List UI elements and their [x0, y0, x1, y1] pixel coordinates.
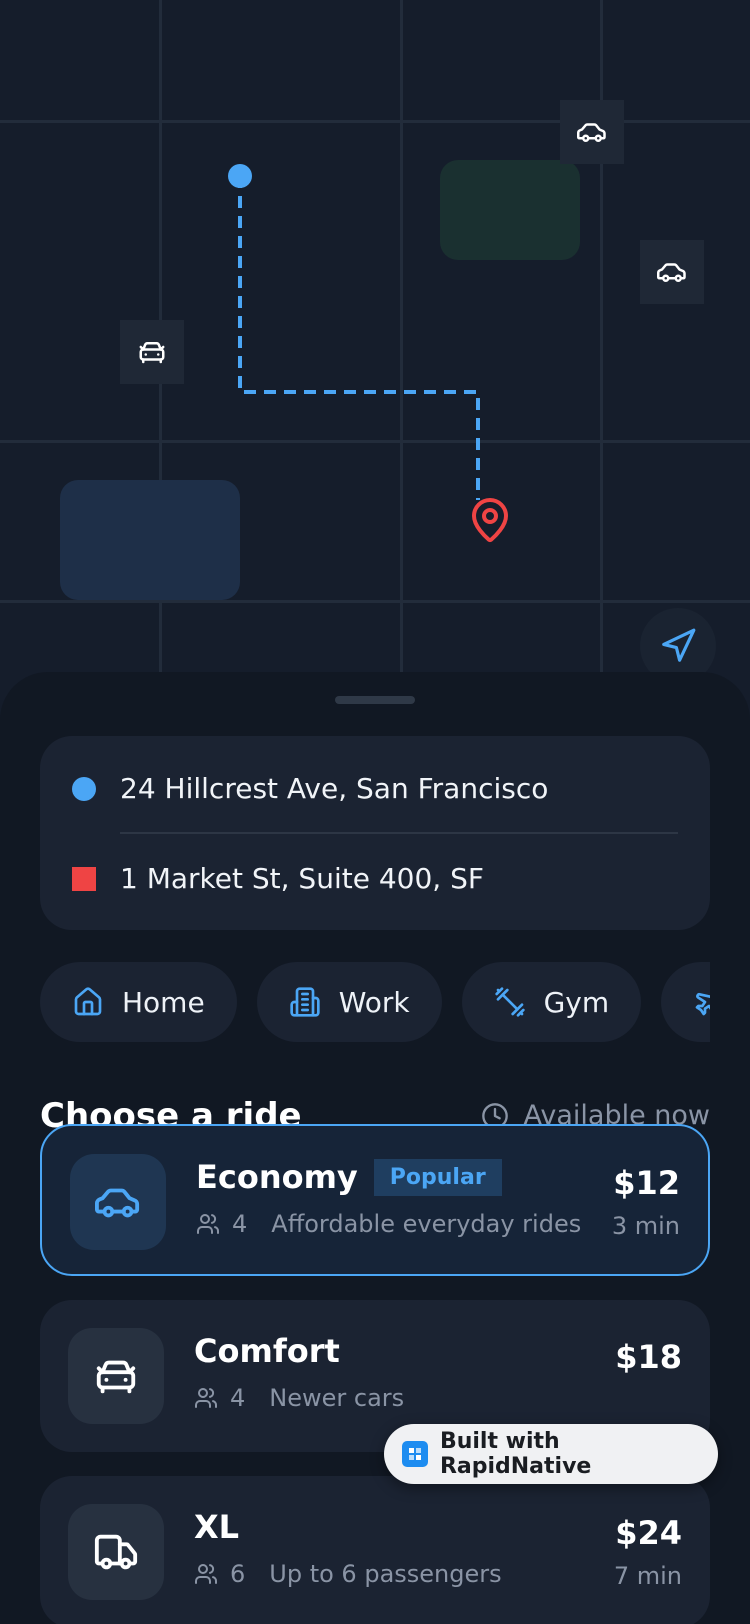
pickup-marker	[228, 164, 252, 188]
building-icon	[290, 987, 320, 1017]
sheet-drag-handle[interactable]	[335, 696, 415, 704]
pickup-row[interactable]: 24 Hillcrest Ave, San Francisco	[72, 772, 548, 805]
divider	[120, 832, 678, 834]
dropoff-row[interactable]: 1 Market St, Suite 400, SF	[72, 862, 484, 895]
ride-name: XL	[194, 1508, 239, 1546]
ride-price: $18	[615, 1338, 682, 1376]
ride-meta: 6 Up to 6 passengers	[194, 1560, 502, 1588]
users-icon	[195, 1564, 218, 1584]
plane-icon	[695, 992, 710, 1016]
dropoff-square	[72, 866, 96, 891]
map-view[interactable]	[0, 0, 750, 700]
ride-seats: 6	[230, 1560, 246, 1588]
ride-meta: 4 Newer cars	[194, 1384, 404, 1412]
quick-place-gym[interactable]: Gym	[461, 962, 642, 1042]
built-with-label: Built with RapidNative	[439, 1429, 592, 1479]
ride-icon-box	[68, 1504, 164, 1600]
home-icon	[74, 987, 102, 1016]
quick-place-work[interactable]: Work	[256, 962, 442, 1042]
ride-eta: 7 min	[613, 1562, 682, 1590]
built-with-badge[interactable]: Built with RapidNative	[384, 1424, 718, 1484]
pickup-address: 24 Hillcrest Ave, San Francisco	[120, 772, 549, 805]
truck-icon	[94, 1534, 138, 1570]
ride-icon-box	[68, 1328, 164, 1424]
users-icon	[195, 1388, 218, 1408]
ride-option-xl[interactable]: XL 6 Up to 6 passengers $24 7 min	[40, 1476, 710, 1624]
rapidnative-logo-icon	[402, 1441, 428, 1467]
map-pin-icon	[472, 498, 508, 542]
quick-place-label: Work	[338, 985, 410, 1019]
ride-option-economy[interactable]: Economy Popular 4 Affordable everyday ri…	[40, 1124, 710, 1276]
ride-description: Affordable everyday rides	[271, 1210, 582, 1238]
dropoff-address: 1 Market St, Suite 400, SF	[120, 862, 484, 895]
ride-name: Comfort	[194, 1332, 340, 1370]
quick-places: Home Work Gym	[40, 962, 710, 1042]
ride-description: Newer cars	[269, 1384, 405, 1412]
ride-seats: 4	[230, 1384, 246, 1412]
ride-icon-box	[70, 1154, 166, 1250]
navigation-arrow-icon	[662, 628, 696, 662]
users-icon	[197, 1214, 220, 1234]
ride-name-text: XL	[194, 1508, 240, 1546]
pickup-dot	[72, 776, 96, 801]
popular-badge: Popular	[373, 1158, 502, 1196]
quick-place-airport[interactable]	[661, 962, 710, 1042]
quick-place-home[interactable]: Home	[40, 962, 237, 1042]
ride-name: Economy Popular	[196, 1158, 502, 1196]
route-card: 24 Hillcrest Ave, San Francisco 1 Market…	[40, 736, 710, 930]
car-front-icon	[96, 1360, 136, 1394]
ride-price: $12	[613, 1164, 680, 1202]
car-icon	[95, 1188, 140, 1218]
dumbbell-icon	[494, 987, 525, 1017]
ride-name-text: Comfort	[194, 1332, 340, 1370]
ride-seats: 4	[232, 1210, 248, 1238]
ride-description: Up to 6 passengers	[269, 1560, 502, 1588]
ride-name-text: Economy	[196, 1158, 358, 1196]
ride-eta: 3 min	[611, 1212, 680, 1240]
quick-place-label: Gym	[543, 985, 610, 1019]
ride-price: $24	[615, 1514, 682, 1552]
quick-place-label: Home	[122, 985, 205, 1019]
ride-meta: 4 Affordable everyday rides	[196, 1210, 581, 1238]
route-path	[228, 164, 480, 500]
